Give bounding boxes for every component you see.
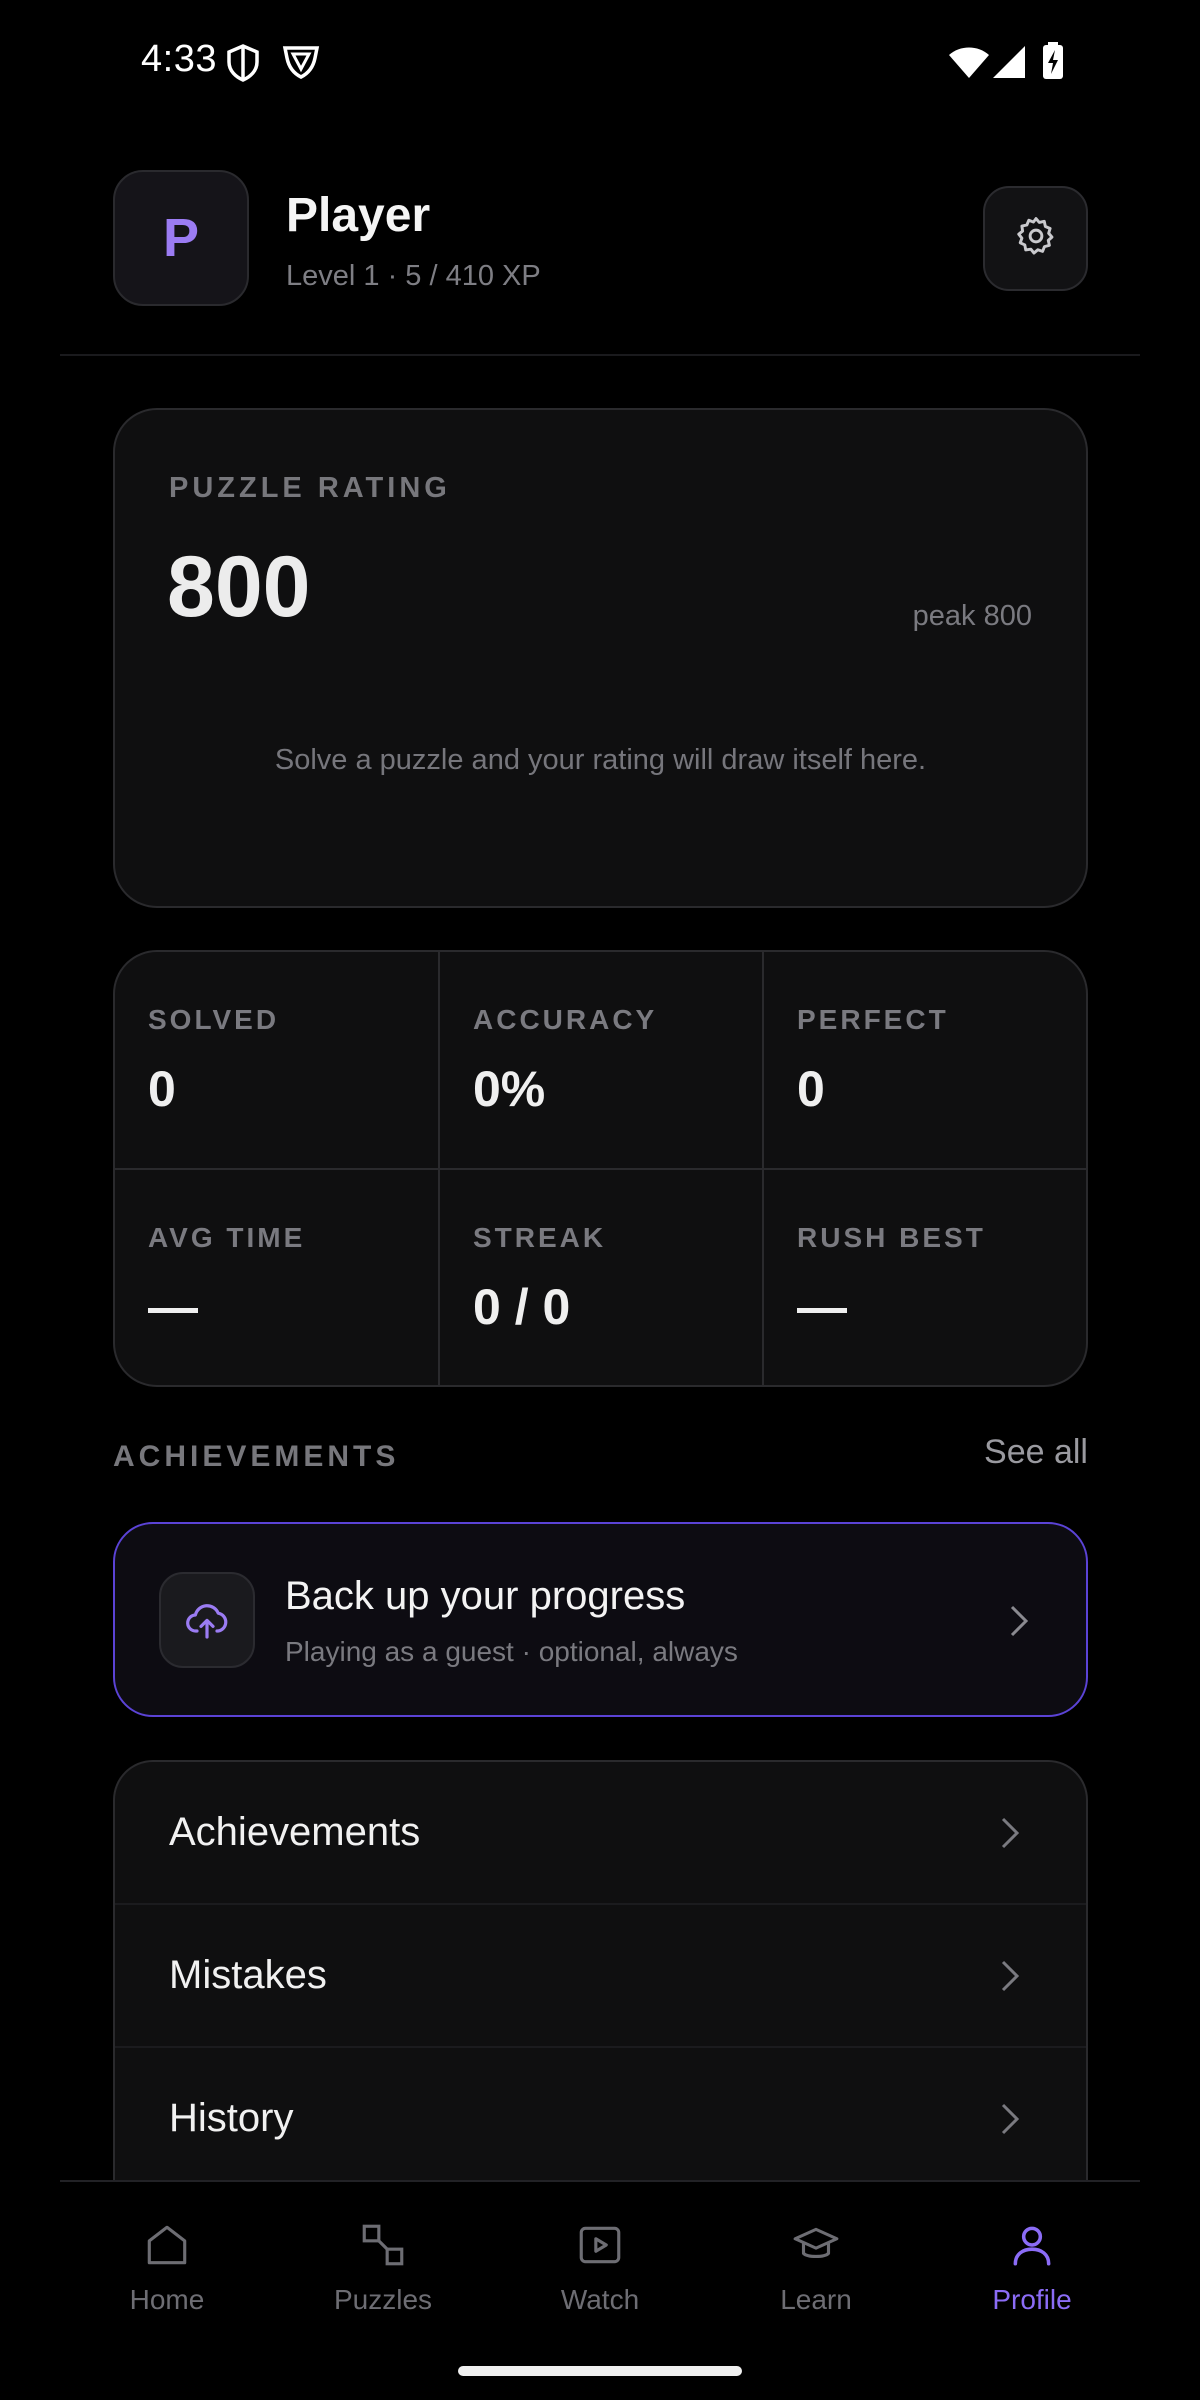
stat-value: 0 — [797, 1061, 825, 1117]
stat-rush-best: RUSH BEST — — [764, 1170, 1086, 1385]
profile-menu-list: Achievements Mistakes History — [113, 1760, 1088, 2180]
menu-item-label: History — [169, 2096, 294, 2140]
stat-label: PERFECT — [797, 1004, 949, 1035]
chevron-right-icon — [999, 2102, 1021, 2141]
home-icon — [67, 2220, 267, 2270]
nav-tab-puzzles[interactable]: Puzzles — [283, 2220, 483, 2350]
menu-item-label: Mistakes — [169, 1953, 327, 1997]
profile-header: P Player Level 1 · 5 / 410 XP — [0, 160, 1200, 355]
stat-value: — — [148, 1279, 198, 1335]
menu-item-mistakes[interactable]: Mistakes — [115, 1905, 1086, 2048]
stat-label: AVG TIME — [148, 1222, 306, 1253]
stat-label: RUSH BEST — [797, 1222, 986, 1253]
stat-accuracy: ACCURACY 0% — [440, 952, 764, 1169]
stat-value: 0 — [148, 1061, 176, 1117]
achievements-section-label: ACHIEVEMENTS — [113, 1440, 400, 1473]
stat-value: 0% — [473, 1061, 546, 1117]
stat-value: — — [797, 1279, 847, 1335]
avatar[interactable]: P — [113, 170, 249, 306]
nav-label: Profile — [992, 2284, 1072, 2315]
nav-tab-watch[interactable]: Watch — [500, 2220, 700, 2350]
battery-charging-icon — [1042, 42, 1064, 85]
settings-button[interactable] — [983, 186, 1088, 291]
nav-label: Home — [129, 2284, 205, 2315]
backup-subtitle: Playing as a guest · optional, always — [285, 1636, 738, 1667]
header-divider — [60, 354, 1140, 356]
chevron-right-icon — [999, 1816, 1021, 1855]
player-level: Level 1 · 5 / 410 XP — [286, 260, 541, 292]
stat-perfect: PERFECT 0 — [764, 952, 1086, 1169]
nav-tab-home[interactable]: Home — [67, 2220, 267, 2350]
rating-peak: peak 800 — [912, 600, 1032, 632]
backup-progress-card[interactable]: Back up your progress Playing as a guest… — [113, 1522, 1088, 1717]
stats-grid: SOLVED 0 ACCURACY 0% PERFECT 0 AVG TIME … — [113, 950, 1088, 1387]
signal-icon — [992, 46, 1026, 83]
wifi-icon — [948, 46, 990, 83]
nav-label: Watch — [560, 2284, 640, 2315]
rating-label: PUZZLE RATING — [169, 472, 451, 504]
puzzles-icon — [283, 2220, 483, 2270]
stat-solved: SOLVED 0 — [115, 952, 439, 1169]
stat-label: ACCURACY — [473, 1004, 658, 1035]
gear-icon — [1014, 214, 1058, 263]
nav-label: Learn — [780, 2284, 852, 2315]
rating-card: PUZZLE RATING 800 peak 800 Solve a puzzl… — [113, 408, 1088, 908]
backup-title: Back up your progress — [285, 1574, 686, 1618]
chevron-right-icon — [999, 1959, 1021, 1998]
menu-item-label: Achievements — [169, 1810, 421, 1854]
stat-label: STREAK — [473, 1222, 607, 1253]
stat-value: 0 / 0 — [473, 1279, 571, 1335]
menu-item-history[interactable]: History — [115, 2048, 1086, 2180]
stat-streak: STREAK 0 / 0 — [440, 1170, 764, 1385]
vpn-icon — [282, 44, 320, 85]
chevron-right-icon — [1008, 1604, 1030, 1643]
see-all-link[interactable]: See all — [984, 1433, 1088, 1472]
nav-label: Puzzles — [333, 2284, 433, 2315]
user-icon — [932, 2220, 1132, 2270]
graduation-cap-icon — [716, 2220, 916, 2270]
stat-avg-time: AVG TIME — — [115, 1170, 439, 1385]
stat-label: SOLVED — [148, 1004, 280, 1035]
cloud-upload-icon — [159, 1572, 255, 1668]
status-bar: 4:33 — [0, 0, 1200, 130]
home-indicator[interactable] — [458, 2366, 742, 2376]
nav-divider — [60, 2180, 1140, 2182]
rating-value: 800 — [167, 539, 311, 635]
rating-empty-message: Solve a puzzle and your rating will draw… — [274, 744, 927, 776]
status-time: 4:33 — [141, 38, 217, 80]
player-name: Player — [286, 189, 431, 242]
menu-item-achievements[interactable]: Achievements — [115, 1762, 1086, 1905]
nav-tab-learn[interactable]: Learn — [716, 2220, 916, 2350]
nav-tab-profile[interactable]: Profile — [932, 2220, 1132, 2350]
play-icon — [500, 2220, 700, 2270]
grid-divider — [115, 1168, 1086, 1170]
shield-icon — [226, 44, 260, 87]
